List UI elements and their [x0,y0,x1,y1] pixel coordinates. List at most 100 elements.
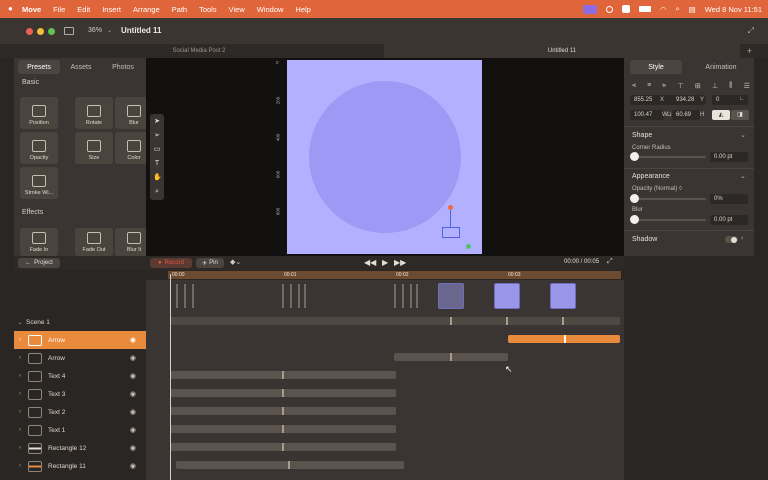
corner-radius-knob[interactable] [630,152,639,161]
record-button[interactable]: ● Record [150,258,192,268]
keyframe[interactable] [282,425,284,433]
preset-position[interactable]: Position [20,97,58,129]
playhead[interactable] [170,274,171,480]
height-input[interactable]: 60.69 [672,110,700,120]
layer-row-text-4[interactable]: › Text 4 ◉ [14,367,146,385]
blur-knob[interactable] [630,215,639,224]
fast-forward-button[interactable]: ▶▶ [394,258,406,267]
menubar-clock[interactable]: Wed 8 Nov 11:51 [705,5,762,14]
keyframe-group-marker[interactable] [290,284,292,308]
menu-file[interactable]: File [53,5,65,14]
tab-presets[interactable]: Presets [18,60,60,74]
control-center-icon[interactable]: ▤ [689,5,696,14]
timeline-tracks[interactable] [146,280,624,480]
visibility-eye-icon[interactable]: ◉ [130,408,136,416]
visibility-eye-icon[interactable]: ◉ [130,336,136,344]
zoom-level[interactable]: 36% [88,27,102,34]
rectangle-tool-icon[interactable]: ▭ [153,146,161,154]
chevron-right-icon[interactable]: › [14,445,26,451]
align-center-icon[interactable]: ≡ [647,82,651,90]
keyframe-group-marker[interactable] [192,284,194,308]
effect-fade-out[interactable]: Fade Out [75,228,113,256]
opacity-slider[interactable] [634,198,706,200]
keyframe-group-marker[interactable] [176,284,178,308]
corner-radius-input[interactable]: 0.00 pt [710,152,748,162]
distribute-vertical-icon[interactable]: ☰ [744,82,750,90]
select-tool-icon[interactable]: ➤ [153,118,161,126]
menu-view[interactable]: View [229,5,245,14]
keyframe[interactable] [506,317,508,325]
tab-social-media-post-2[interactable]: Social Media Post 2 [14,44,384,58]
keyframe[interactable] [282,389,284,397]
chevron-right-icon[interactable]: › [14,409,26,415]
preview-thumbnail[interactable] [550,283,576,309]
width-input[interactable]: 100.47 [630,110,664,120]
layer-row-text-3[interactable]: › Text 3 ◉ [14,385,146,403]
apple-icon[interactable]: ● [8,4,13,13]
selection-box[interactable] [442,227,460,238]
play-button[interactable]: ▶ [382,258,388,267]
rectangle-track-bar[interactable] [176,461,404,469]
keyframe[interactable] [282,371,284,379]
chevron-right-icon[interactable]: › [14,355,26,361]
menu-help[interactable]: Help [295,5,310,14]
project-button[interactable]: ← Project [18,258,60,268]
align-top-icon[interactable]: ⊤ [678,82,684,90]
record-status-icon[interactable] [605,5,613,13]
zoom-window-button[interactable] [48,28,55,35]
chevron-down-icon[interactable]: ⌄ [14,319,26,326]
align-right-icon[interactable]: ⫸ [662,82,666,90]
keyframe-menu-icon[interactable]: ◆⌄ [230,258,241,266]
align-middle-icon[interactable]: ⊞ [695,82,701,90]
effect-fade-in[interactable]: Fade In [20,228,58,256]
keyframe-group-marker[interactable] [394,284,396,308]
fullscreen-icon[interactable]: ⤢ [607,258,613,266]
keyframe-group-marker[interactable] [282,284,284,308]
tab-photos[interactable]: Photos [102,60,144,74]
keyframe-group-marker[interactable] [184,284,186,308]
menu-edit[interactable]: Edit [77,5,90,14]
chevron-right-icon[interactable]: › [14,337,26,343]
keyframe-group-marker[interactable] [410,284,412,308]
screen-share-icon[interactable] [582,4,597,14]
preview-thumbnail[interactable] [438,283,464,309]
preview-thumbnail[interactable] [494,283,520,309]
visibility-eye-icon[interactable]: ◉ [130,354,136,362]
opacity-input[interactable]: 0% [710,194,748,204]
layer-row-arrow-2[interactable]: › Arrow ◉ [14,349,146,367]
spotlight-icon[interactable]: ⌕ [675,4,679,14]
text-tool-icon[interactable]: T [153,160,161,168]
layer-row-arrow-1[interactable]: › Arrow ◉ [14,331,146,349]
sidebar-toggle-icon[interactable] [64,27,74,35]
anchor-point[interactable] [466,244,471,249]
keyframe[interactable] [282,443,284,451]
menu-insert[interactable]: Insert [102,5,121,14]
keyframe-group-marker[interactable] [416,284,418,308]
layer-row-text-2[interactable]: › Text 2 ◉ [14,403,146,421]
tab-animation[interactable]: Animation [694,60,748,74]
wifi-icon[interactable]: ◠ [660,5,667,14]
shadow-chevron-icon[interactable]: › [741,235,743,242]
zoom-chevron-icon[interactable]: ⌄ [107,27,112,34]
align-bottom-icon[interactable]: ⊥ [712,82,718,90]
menu-path[interactable]: Path [172,5,187,14]
preset-rotate[interactable]: Rotate [75,97,113,129]
blur-slider[interactable] [634,219,706,221]
corner-radius-slider[interactable] [634,156,706,158]
appearance-chevron-icon[interactable]: ⌄ [740,172,746,180]
layer-row-rectangle-11[interactable]: › Rectangle 11 ◉ [14,457,146,475]
rewind-button[interactable]: ◀◀ [364,258,376,267]
battery-icon[interactable] [638,6,651,12]
shadow-toggle[interactable] [725,236,738,243]
keyframe[interactable] [564,335,566,343]
x-input[interactable]: 855.25 [630,95,678,105]
keyframe[interactable] [562,317,564,325]
tab-untitled-11[interactable]: Untitled 11 [384,44,740,58]
opacity-knob[interactable] [630,194,639,203]
flip-vertical-button[interactable]: ◨ [731,110,749,120]
keyframe[interactable] [450,353,452,361]
visibility-eye-icon[interactable]: ◉ [130,462,136,470]
app-status-icon[interactable] [621,5,630,13]
hand-tool-icon[interactable]: ✋ [153,174,162,182]
minimize-window-button[interactable] [37,28,44,35]
